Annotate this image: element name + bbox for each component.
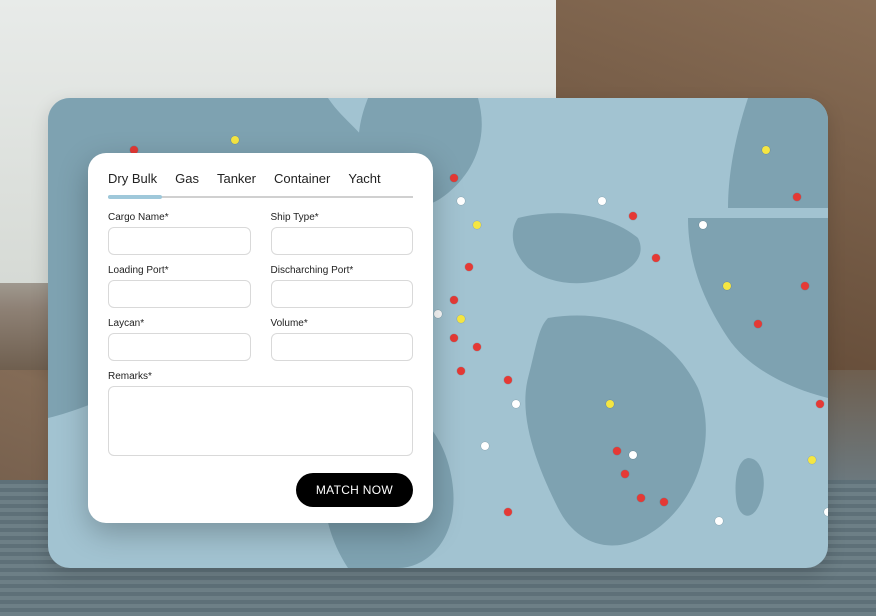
match-now-button[interactable]: MATCH NOW bbox=[296, 473, 413, 507]
map-dot bbox=[613, 447, 621, 455]
map-dot bbox=[801, 282, 809, 290]
map-dot bbox=[715, 517, 723, 525]
cargo-name-input[interactable] bbox=[108, 227, 251, 255]
map-dot bbox=[754, 320, 762, 328]
tab-dry-bulk[interactable]: Dry Bulk bbox=[108, 171, 157, 192]
remarks-textarea[interactable] bbox=[108, 386, 413, 456]
map-dot bbox=[816, 400, 824, 408]
map-dot bbox=[629, 212, 637, 220]
map-dot bbox=[723, 282, 731, 290]
volume-input[interactable] bbox=[271, 333, 414, 361]
search-form-card: Dry Bulk Gas Tanker Container Yacht Carg… bbox=[88, 153, 433, 523]
volume-label: Volume* bbox=[271, 318, 414, 329]
laycan-input[interactable] bbox=[108, 333, 251, 361]
map-dot bbox=[637, 494, 645, 502]
category-tabs: Dry Bulk Gas Tanker Container Yacht bbox=[108, 171, 413, 192]
map-dot bbox=[762, 146, 770, 154]
laycan-label: Laycan* bbox=[108, 318, 251, 329]
ship-type-input[interactable] bbox=[271, 227, 414, 255]
tab-tanker[interactable]: Tanker bbox=[217, 171, 256, 192]
tab-container[interactable]: Container bbox=[274, 171, 330, 192]
cargo-name-label: Cargo Name* bbox=[108, 212, 251, 223]
map-dot bbox=[450, 296, 458, 304]
discharging-port-label: Discharching Port* bbox=[271, 265, 414, 276]
tab-yacht[interactable]: Yacht bbox=[348, 171, 380, 192]
map-dot bbox=[450, 334, 458, 342]
map-dot bbox=[824, 508, 828, 516]
map-dot bbox=[793, 193, 801, 201]
tab-active-indicator bbox=[108, 195, 162, 199]
discharging-port-input[interactable] bbox=[271, 280, 414, 308]
map-dot bbox=[606, 400, 614, 408]
ship-type-label: Ship Type* bbox=[271, 212, 414, 223]
remarks-label: Remarks* bbox=[108, 371, 413, 382]
tab-gas[interactable]: Gas bbox=[175, 171, 199, 192]
map-dot bbox=[512, 400, 520, 408]
loading-port-input[interactable] bbox=[108, 280, 251, 308]
map-dot bbox=[481, 442, 489, 450]
map-dot bbox=[473, 221, 481, 229]
loading-port-label: Loading Port* bbox=[108, 265, 251, 276]
map-dot bbox=[504, 508, 512, 516]
map-dot bbox=[450, 174, 458, 182]
map-dot bbox=[457, 367, 465, 375]
tab-underline bbox=[108, 196, 413, 198]
